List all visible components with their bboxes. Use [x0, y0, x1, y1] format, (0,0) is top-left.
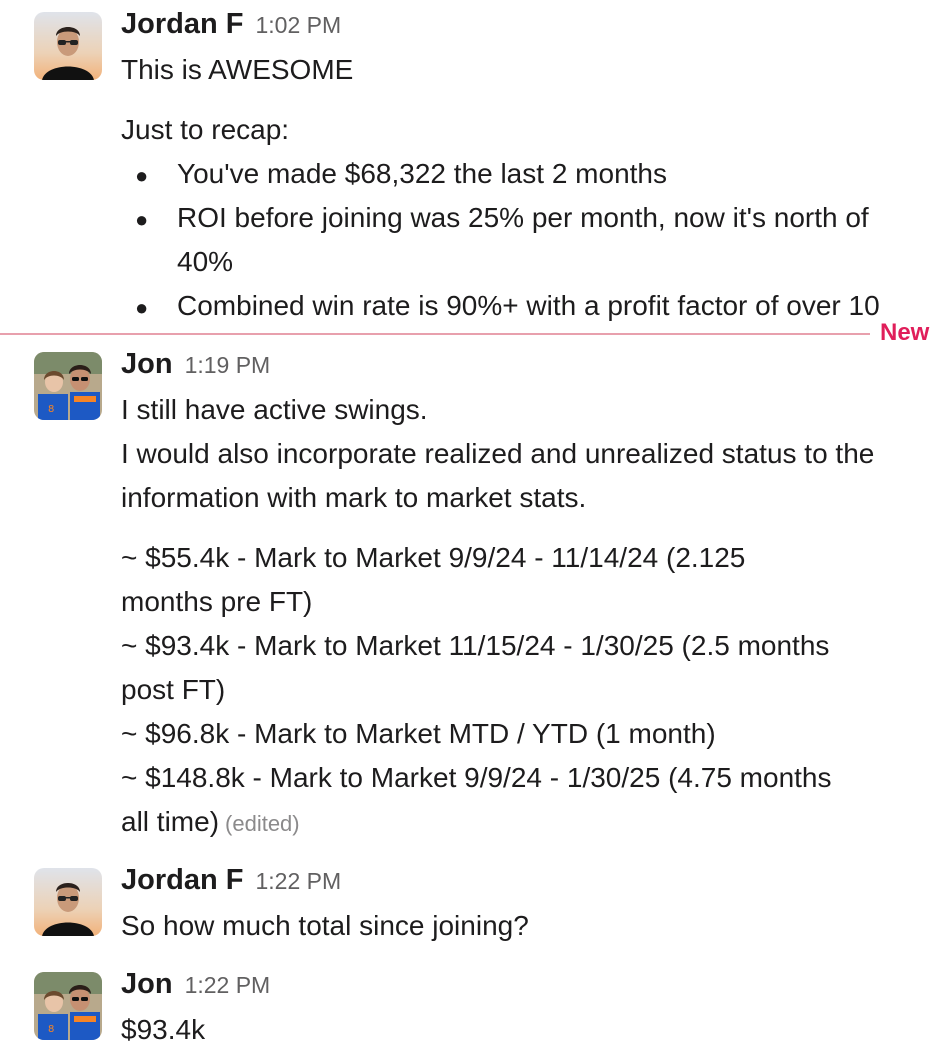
svg-text:8: 8: [48, 404, 54, 415]
message-text: This is AWESOME: [121, 54, 354, 85]
message-last-line: all time) (edited): [121, 800, 300, 846]
message-text: ~ $96.8k - Mark to Market MTD / YTD (1 m…: [121, 718, 716, 749]
avatar-jordan[interactable]: [34, 12, 102, 80]
avatar-jon[interactable]: 8: [34, 352, 102, 420]
message-text: I still have active swings.: [121, 394, 428, 425]
author-name[interactable]: Jon: [121, 348, 173, 380]
author-name[interactable]: Jordan F: [121, 864, 243, 896]
timestamp[interactable]: 1:22 PM: [185, 972, 271, 998]
message-text: Just to recap:: [121, 114, 290, 145]
bullet-dot: ●: [135, 207, 149, 232]
message-text: months pre FT): [121, 586, 313, 617]
list-item-continuation: 40%: [177, 246, 234, 277]
message-text: ~ $148.8k - Mark to Market 9/9/24 - 1/30…: [121, 762, 832, 793]
list-item: You've made $68,322 the last 2 months: [177, 158, 667, 189]
avatar-jon[interactable]: 8: [34, 972, 102, 1040]
bullet-dot: ●: [135, 295, 149, 320]
svg-text:8: 8: [48, 1024, 54, 1035]
new-messages-label: New: [880, 319, 930, 346]
new-messages-divider: [0, 333, 870, 335]
message-text: So how much total since joining?: [121, 910, 529, 941]
edited-label: (edited): [225, 811, 300, 836]
message-text: ~ $55.4k - Mark to Market 9/9/24 - 11/14…: [121, 542, 746, 573]
message-text: $93.4k: [121, 1014, 206, 1045]
author-name[interactable]: Jon: [121, 968, 173, 1000]
message-text: post FT): [121, 674, 226, 705]
message-text: ~ $93.4k - Mark to Market 11/15/24 - 1/3…: [121, 630, 830, 661]
message-text: all time): [121, 806, 220, 837]
list-item: ROI before joining was 25% per month, no…: [177, 202, 869, 233]
message-text: I would also incorporate realized and un…: [121, 438, 875, 469]
author-name[interactable]: Jordan F: [121, 8, 243, 40]
timestamp[interactable]: 1:19 PM: [185, 352, 271, 378]
bullet-dot: ●: [135, 163, 149, 188]
timestamp[interactable]: 1:22 PM: [255, 868, 341, 894]
message-text: information with mark to market stats.: [121, 482, 587, 513]
list-item: Combined win rate is 90%+ with a profit …: [177, 290, 880, 321]
avatar-jordan[interactable]: [34, 868, 102, 936]
timestamp[interactable]: 1:02 PM: [255, 12, 341, 38]
